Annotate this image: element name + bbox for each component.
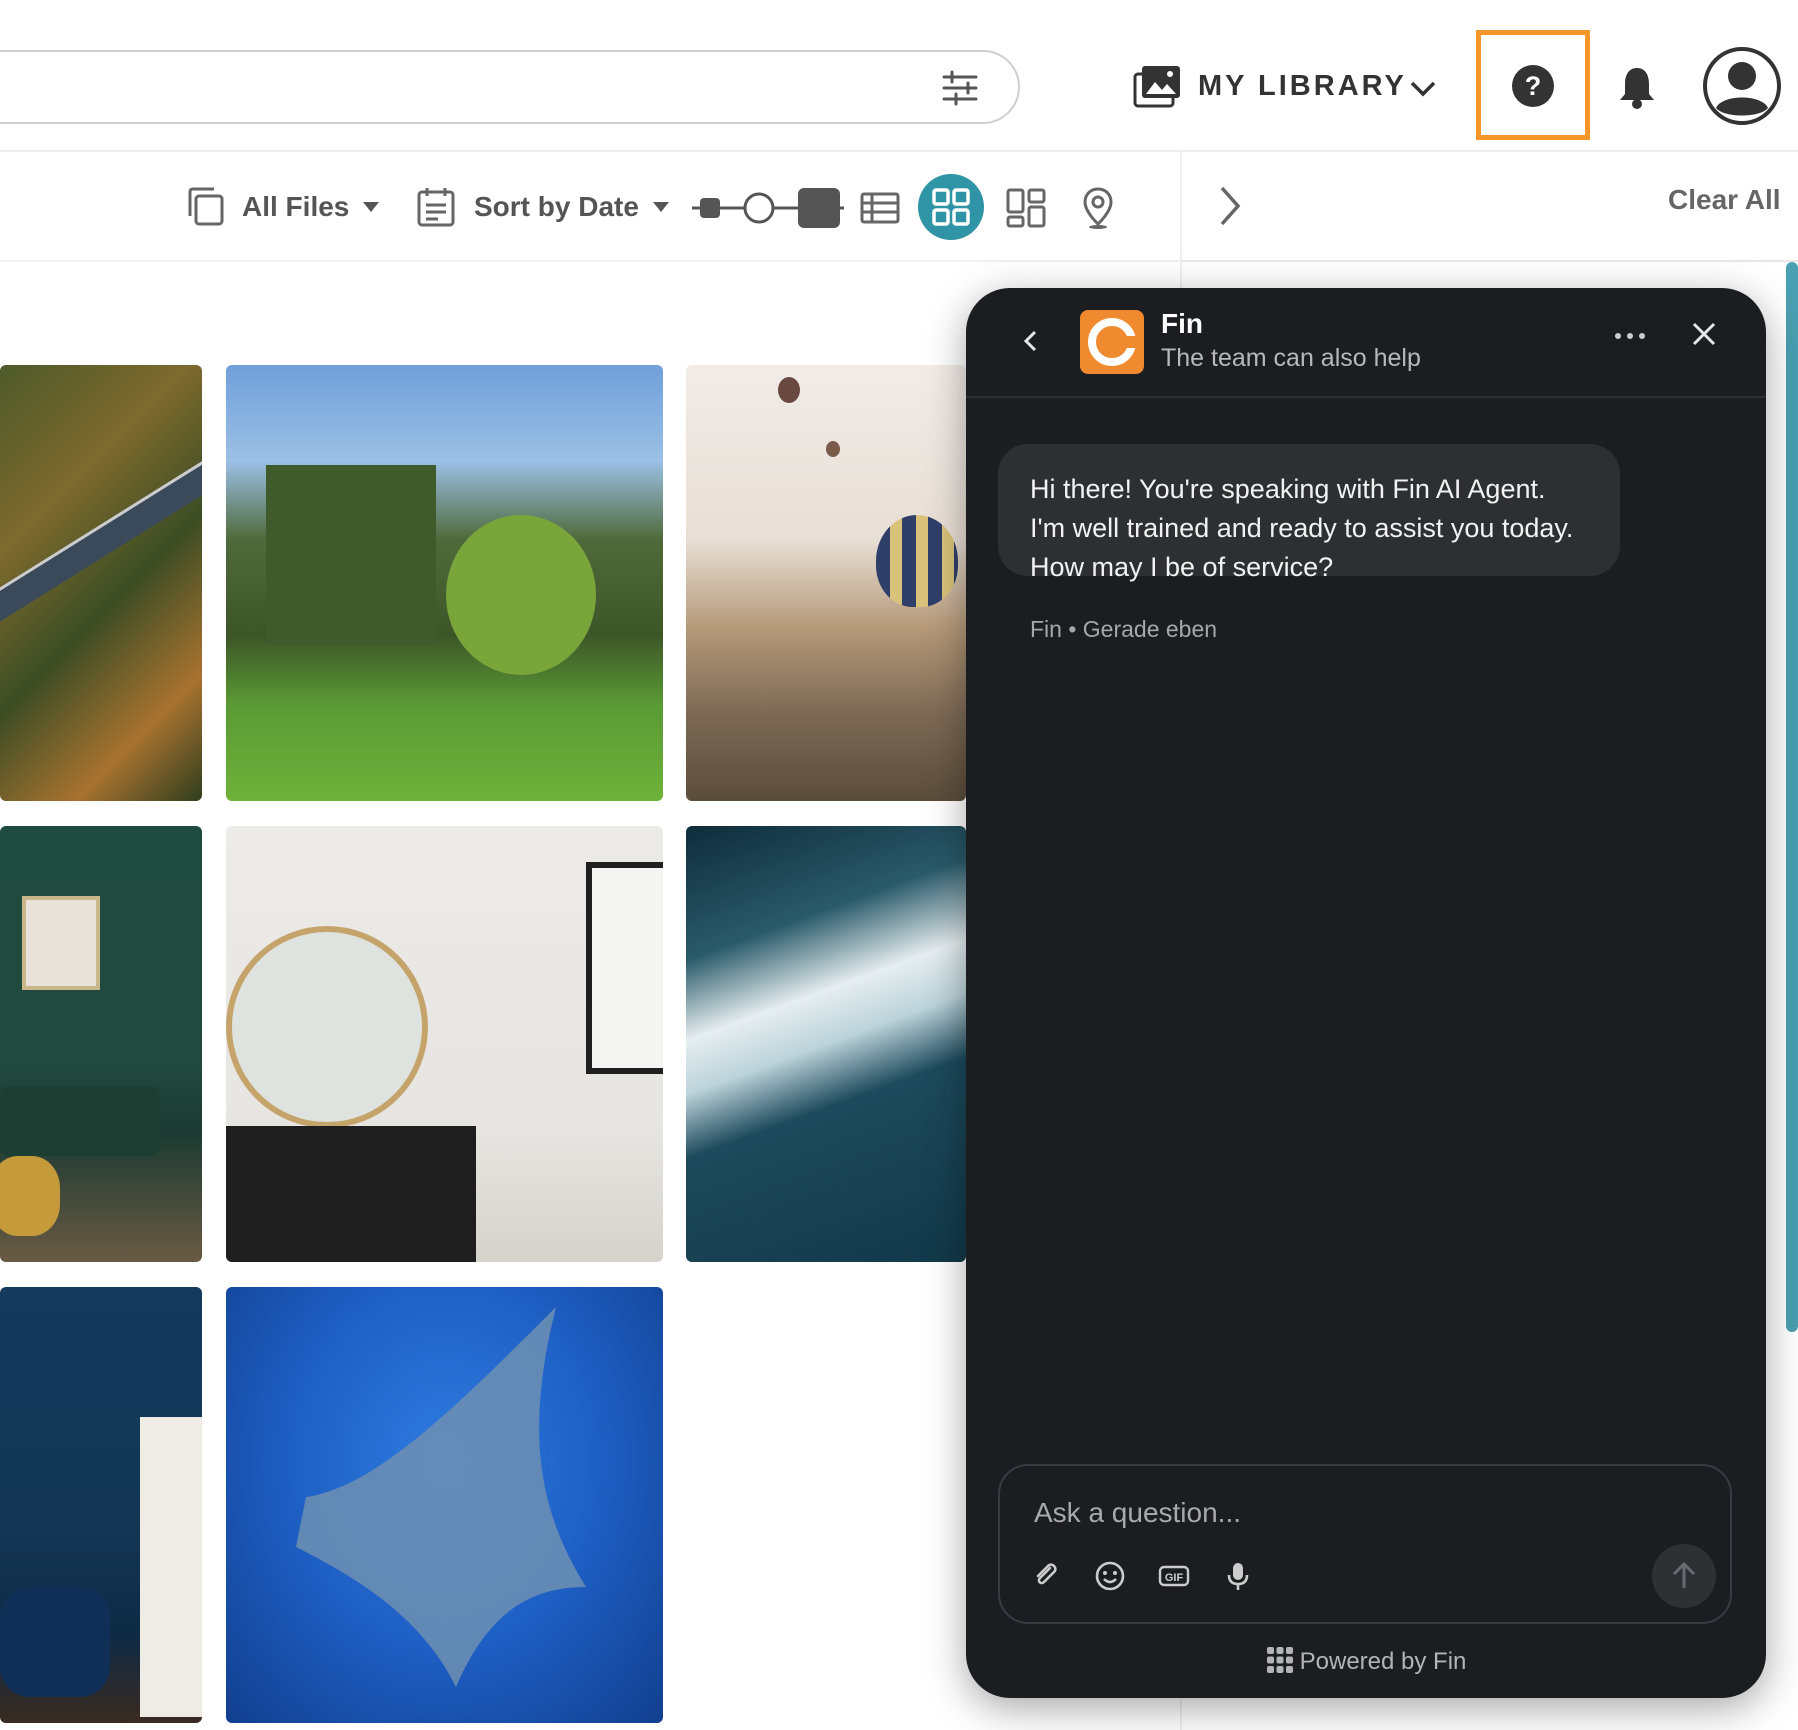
chat-panel: Fin The team can also help Hi there! You… xyxy=(966,288,1766,1698)
thumbnail-size-slider[interactable] xyxy=(688,184,848,232)
calendar-icon xyxy=(417,188,455,227)
chevron-right-icon[interactable] xyxy=(1216,184,1244,228)
arrow-up-icon xyxy=(1672,1561,1696,1588)
fin-logo xyxy=(1080,310,1144,374)
close-icon[interactable] xyxy=(1688,318,1720,350)
agent-subtitle: The team can also help xyxy=(1161,344,1421,372)
user-avatar-icon[interactable] xyxy=(1702,46,1782,126)
chat-header-divider xyxy=(966,396,1766,398)
files-icon xyxy=(188,187,224,226)
fin-grid-icon xyxy=(1266,1647,1293,1673)
header-divider xyxy=(0,150,1798,152)
sort-label: Sort by Date xyxy=(474,191,639,222)
photo-ivy-castle[interactable] xyxy=(226,365,663,801)
grid-view-icon xyxy=(932,188,970,226)
list-view-icon[interactable] xyxy=(860,190,900,226)
chevron-down-icon[interactable] xyxy=(1408,76,1438,102)
attachment-icon[interactable] xyxy=(1030,1560,1062,1592)
photo-green-living-room[interactable] xyxy=(0,826,202,1262)
agent-message-bubble: Hi there! You're speaking with Fin AI Ag… xyxy=(998,444,1620,582)
question-input[interactable] xyxy=(1032,1490,1596,1536)
svg-text:GIF: GIF xyxy=(1165,1572,1184,1584)
clear-all-button[interactable]: Clear All xyxy=(1668,184,1781,216)
filter-sliders-icon[interactable] xyxy=(940,70,980,106)
all-files-dropdown[interactable]: All Files xyxy=(186,186,380,228)
more-options-icon[interactable] xyxy=(1612,324,1648,348)
all-files-label: All Files xyxy=(242,191,350,222)
microphone-icon[interactable] xyxy=(1222,1560,1254,1592)
grid-view-button[interactable] xyxy=(918,174,984,240)
map-pin-icon[interactable] xyxy=(1082,186,1114,230)
photo-round-mirror-room[interactable] xyxy=(226,826,663,1262)
right-panel-divider xyxy=(1182,260,1798,262)
library-label[interactable]: MY LIBRARY xyxy=(1198,70,1407,103)
send-button[interactable] xyxy=(1652,1544,1716,1608)
manta-ray-shape xyxy=(296,1307,586,1687)
svg-text:?: ? xyxy=(1525,71,1542,101)
photo-hot-air-balloons[interactable] xyxy=(686,365,966,801)
photo-library-icon[interactable] xyxy=(1133,64,1183,110)
sort-by-date-dropdown[interactable]: Sort by Date xyxy=(416,186,669,228)
toolbar-divider xyxy=(0,260,1180,262)
photo-aerial-forest-road[interactable] xyxy=(0,365,202,801)
powered-by-label: Powered by Fin xyxy=(1299,1648,1467,1675)
right-panel-scrollbar[interactable] xyxy=(1786,262,1798,1332)
search-input[interactable] xyxy=(0,50,1020,124)
caret-down-icon xyxy=(363,202,380,212)
photo-manta-ray[interactable] xyxy=(226,1287,663,1723)
message-composer: GIF xyxy=(998,1464,1732,1624)
powered-by-footer[interactable]: Powered by Fin xyxy=(966,1646,1766,1676)
agent-name: Fin xyxy=(1161,308,1203,339)
message-meta: Fin • Gerade eben xyxy=(1030,616,1218,642)
gif-icon[interactable]: GIF xyxy=(1158,1560,1190,1592)
emoji-icon[interactable] xyxy=(1094,1560,1126,1592)
photo-blue-fireplace-room[interactable] xyxy=(0,1287,202,1723)
notification-bell-icon[interactable] xyxy=(1617,64,1657,110)
caret-down-icon xyxy=(652,202,669,212)
help-question-icon[interactable]: ? xyxy=(1511,64,1555,108)
masonry-view-icon[interactable] xyxy=(1006,188,1046,228)
brand-c-icon xyxy=(1088,318,1138,366)
photo-ocean-waves[interactable] xyxy=(686,826,966,1262)
back-arrow-icon[interactable] xyxy=(1016,326,1046,356)
